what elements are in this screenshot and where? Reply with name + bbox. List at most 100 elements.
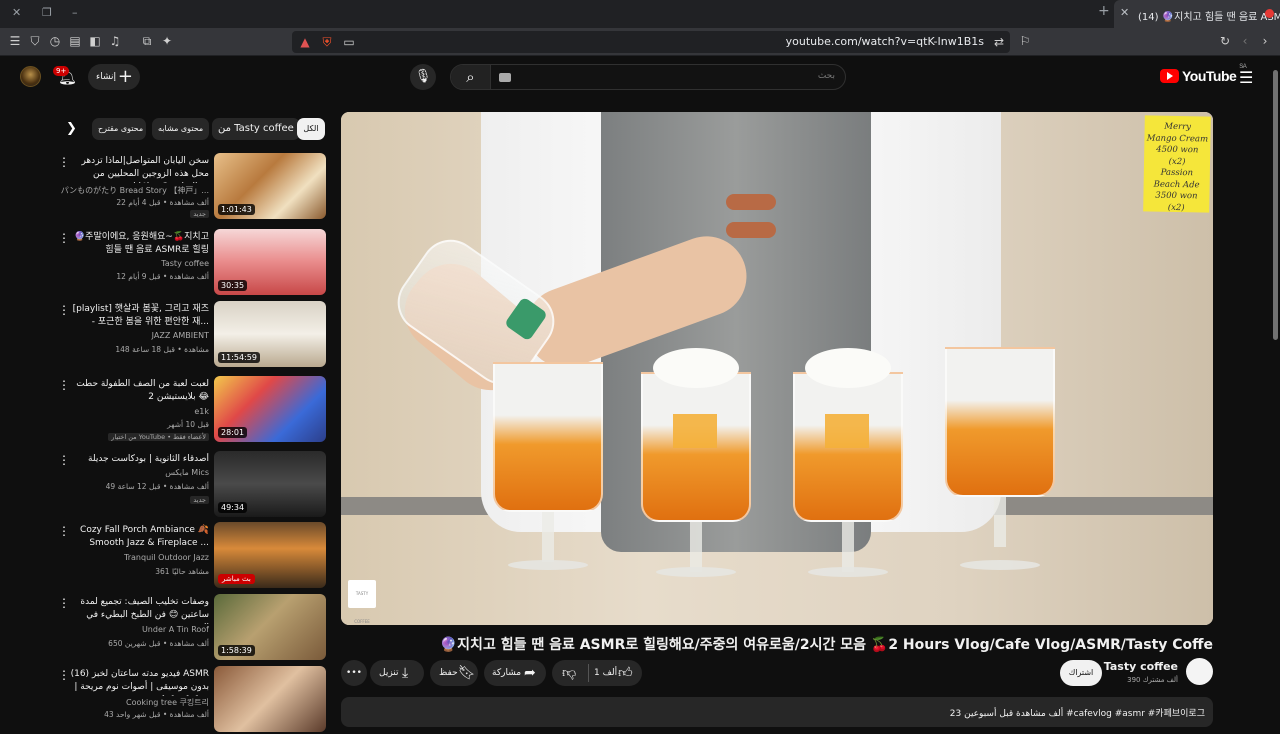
channel-name[interactable]: Tasty coffee	[1104, 660, 1178, 673]
voice-search-button[interactable]: 🎙︎	[410, 64, 436, 90]
channel-name: Cooking tree 쿠킹트리	[126, 698, 209, 707]
avatar[interactable]	[20, 66, 41, 87]
dislike-icon[interactable]: 👎︎	[562, 660, 576, 686]
scrollbar-thumb[interactable]	[1273, 70, 1278, 340]
video-frame-glass	[945, 347, 1055, 497]
video-player[interactable]: Merry Mango Cream 4500 won (x2) Passion …	[341, 112, 1213, 625]
download-button[interactable]: تنزيل ⤓	[370, 660, 424, 686]
video-meta: 49 ألف مشاهدة • قبل 12 ساعة	[105, 482, 209, 491]
video-frame-stem	[842, 522, 854, 572]
like-icon[interactable]: 👍︎	[618, 660, 633, 686]
video-frame-mango	[825, 414, 869, 448]
page-scrollbar[interactable]	[1271, 56, 1280, 720]
save-icon: 🔖︎	[458, 665, 476, 681]
video-thumbnail[interactable]	[214, 666, 326, 732]
forward-icon[interactable]: ›	[1258, 34, 1272, 48]
video-thumbnail[interactable]: 28:01	[214, 376, 326, 442]
video-frame-glass	[793, 348, 903, 522]
like-dislike-group: 👎︎ 1 ألف 👍︎	[552, 660, 642, 686]
related-video[interactable]: بث مباشر ⋮ Cozy Fall Porch Ambiance 🍂 Sm…	[54, 522, 326, 590]
chip-related[interactable]: محتوى مشابه	[152, 118, 210, 140]
description-box[interactable]: 23 ألف مشاهدة قبل أسبوعين #cafevlog #asm…	[341, 697, 1213, 727]
related-video[interactable]: 49:34 ⋮ أصدقاء الثانوية | بودكاست جديلة …	[54, 451, 326, 519]
keyboard-icon[interactable]	[499, 73, 511, 82]
close-tab-icon[interactable]: ✕	[1120, 6, 1129, 19]
channel-name: Under A Tin Roof	[141, 625, 209, 634]
channel-watermark[interactable]: TASTY COFFEE	[348, 580, 376, 624]
related-video[interactable]: 28:01 ⋮ لعبت لعبة من الصف الطفولة حطت بل…	[54, 376, 326, 444]
video-title: سخن الیابان المتواصل|لماذا تزدهر محل هذه…	[81, 156, 209, 183]
url-text: youtube.com/watch?v=qtK-Inw1B1s	[785, 35, 984, 48]
share-label: مشاركة	[492, 668, 522, 678]
download-icon: ⤓	[402, 665, 409, 681]
youtube-logo[interactable]: YouTube SA	[1160, 64, 1247, 86]
related-video[interactable]: 11:54:59 ⋮ [playlist] 햇살과 봄꽃, 그리고 재즈 - 포…	[54, 301, 326, 369]
channel-name: Tasty coffee	[161, 259, 209, 268]
more-actions-button[interactable]: •••	[341, 660, 367, 686]
search-button[interactable]: ⌕	[451, 65, 491, 89]
back-icon[interactable]: ‹	[1238, 34, 1252, 48]
video-title: (16) فيديو مدته ساعتان لخبز ASMR بدون مو…	[70, 669, 209, 696]
screenshot-icon[interactable]: ⧉	[140, 34, 154, 48]
chip-suggested[interactable]: محتوى مقترح	[92, 118, 146, 140]
restore-window-icon[interactable]: ❐	[42, 6, 52, 19]
download-label: تنزيل	[379, 668, 399, 678]
like-count[interactable]: 1 ألف	[594, 660, 617, 686]
minimize-window-icon[interactable]: –	[72, 6, 78, 19]
price-note: Merry Mango Cream 4500 won (x2) Passion …	[1143, 115, 1211, 213]
extensions-icon[interactable]: ✦	[160, 34, 174, 48]
address-bar[interactable]: ▲ ⛨ ▭ youtube.com/watch?v=qtK-Inw1B1s ⇄	[292, 31, 1010, 53]
video-meta: 650 ألف مشاهدة • قبل شهرين	[108, 639, 209, 648]
related-video[interactable]: ⋮ (16) فيديو مدته ساعتان لخبز ASMR بدون …	[54, 666, 326, 734]
brave-rewards-icon[interactable]: ▲	[298, 35, 312, 49]
menu-icon[interactable]: ☰	[8, 34, 22, 48]
subscribe-button[interactable]: اشتراك	[1060, 660, 1102, 686]
video-title: أصدقاء الثانوية | بودكاست جديلة	[88, 454, 209, 464]
reader-icon[interactable]: ▭	[342, 35, 356, 49]
video-thumbnail[interactable]: 1:01:43	[214, 153, 326, 219]
share-button[interactable]: مشاركة ➦	[484, 660, 546, 686]
video-thumbnail[interactable]: 49:34	[214, 451, 326, 517]
search-input[interactable]: ⌕ بحث	[450, 64, 846, 90]
close-window-icon[interactable]: ✕	[12, 6, 21, 19]
reload-icon[interactable]: ↻	[1218, 34, 1232, 48]
tab-title: (14) 🔮지치고 힘들 땐 음료 ASMR	[1138, 12, 1280, 23]
sidebar-icon[interactable]: ◧	[88, 34, 102, 48]
video-title: Cozy Fall Porch Ambiance 🍂 Smooth Jazz &…	[80, 525, 209, 548]
channel-avatar[interactable]	[1186, 658, 1213, 685]
note-line: (x2)	[1167, 202, 1185, 213]
shield-icon[interactable]: ⛉	[28, 34, 42, 48]
video-title: 🔮주말이에요, 응원해요~🍒지치고 힘들 땐 음료 ASMR로 힐링	[73, 232, 209, 255]
duration-badge: 28:01	[218, 427, 248, 438]
brave-shields-icon[interactable]: ⛨	[320, 35, 334, 49]
bookmark-icon[interactable]: ⚐	[1018, 34, 1032, 48]
video-thumbnail[interactable]: بث مباشر	[214, 522, 326, 588]
browser-tab[interactable]: ✕ (14) 🔮지치고 힘들 땐 음료 ASMR	[1114, 0, 1280, 28]
video-thumbnail[interactable]: 1:58:39	[214, 594, 326, 660]
related-video[interactable]: 1:01:43 ⋮ سخن الیابان المتواصل|لماذا تزد…	[54, 153, 326, 221]
chip-all[interactable]: الكل	[297, 118, 325, 140]
recording-icon	[1265, 9, 1274, 18]
save-label: حفظ	[439, 668, 458, 678]
related-video[interactable]: 1:58:39 ⋮ وصفات تخليب الصيف: تجميع لمدة …	[54, 594, 326, 662]
chevron-left-icon[interactable]: ❯	[66, 121, 77, 136]
video-frame-glass	[641, 348, 751, 522]
tabs-icon[interactable]: ▤	[68, 34, 82, 48]
video-meta: 148 مشاهدة • قبل 18 ساعة	[115, 345, 209, 354]
search-icon: ⌕	[466, 68, 475, 86]
new-tab-icon[interactable]: +	[1098, 3, 1110, 19]
video-frame-foot	[656, 567, 736, 577]
youtube-play-icon	[1160, 69, 1179, 83]
create-button[interactable]: إنشاء +	[88, 64, 140, 90]
channel-name: Tranquil Outdoor Jazz	[124, 553, 209, 562]
music-icon[interactable]: ♫	[108, 34, 122, 48]
history-icon[interactable]: ◷	[48, 34, 62, 48]
site-settings-icon[interactable]: ⇄	[992, 35, 1006, 49]
save-button[interactable]: حفظ 🔖︎	[430, 660, 478, 686]
video-thumbnail[interactable]: 11:54:59	[214, 301, 326, 367]
guide-menu-icon[interactable]: ☰	[1239, 68, 1253, 87]
related-video[interactable]: 30:35 ⋮ 🔮주말이에요, 응원해요~🍒지치고 힘들 땐 음료 ASMR로 …	[54, 229, 326, 297]
note-line: Beach Ade	[1153, 179, 1200, 190]
video-thumbnail[interactable]: 30:35	[214, 229, 326, 295]
chip-from-channel[interactable]: من Tasty coffee	[212, 118, 300, 140]
